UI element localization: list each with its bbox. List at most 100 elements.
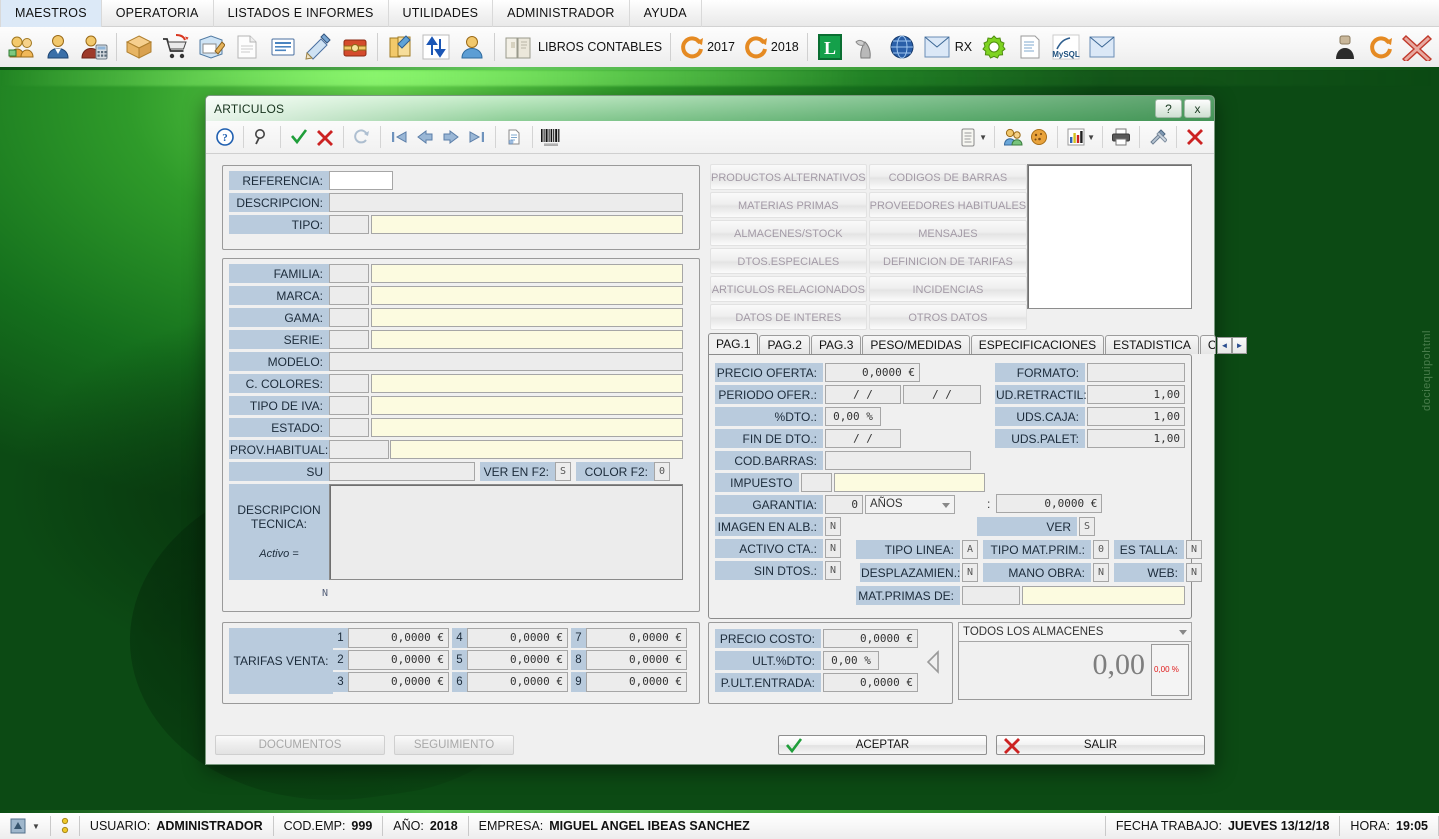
es-talla-input[interactable]: N [1186, 540, 1202, 559]
tarifa-input-5[interactable]: 0,0000 € [467, 650, 568, 670]
serie-code-input[interactable] [329, 330, 369, 349]
sin-dtos-input[interactable]: N [825, 561, 841, 580]
ejercicio-2017-button[interactable]: 2017 [675, 28, 739, 66]
prov-habitual-code-input[interactable] [329, 440, 389, 459]
tarifa-input-4[interactable]: 0,0000 € [467, 628, 568, 648]
tarifa-input-9[interactable]: 0,0000 € [586, 672, 687, 692]
salir-button[interactable]: SALIR [996, 735, 1205, 755]
p-ult-entrada-input[interactable]: 0,0000 € [823, 673, 918, 692]
button-proveedores-habituales[interactable]: PROVEEDORES HABITUALES [868, 192, 1028, 218]
ud-retractil-input[interactable]: 1,00 [1087, 385, 1185, 404]
libros-contables-button[interactable]: LIBROS CONTABLES [499, 28, 666, 66]
tipo-linea-input[interactable]: A [962, 540, 978, 559]
tipo-desc-input[interactable] [371, 215, 683, 234]
mat-primas-de-desc-input[interactable] [1022, 586, 1185, 605]
tarifa-input-1[interactable]: 0,0000 € [348, 628, 449, 648]
refresh-icon[interactable] [349, 124, 375, 150]
c-colores-code-input[interactable] [329, 374, 369, 393]
libro-l-icon[interactable]: L [812, 28, 848, 66]
button-articulos-relacionados[interactable]: ARTICULOS RELACIONADOS [710, 276, 867, 302]
button-otros-datos[interactable]: OTROS DATOS [868, 304, 1028, 330]
aceptar-button[interactable]: ACEPTAR [778, 735, 987, 755]
menu-operatoria[interactable]: OPERATORIA [102, 0, 214, 27]
last-record-icon[interactable] [464, 124, 490, 150]
tarifa-input-7[interactable]: 0,0000 € [586, 628, 687, 648]
impuesto-esp-desc-input[interactable] [833, 473, 985, 492]
estado-desc-input[interactable] [371, 418, 683, 437]
button-definicion-de-tarifas[interactable]: DEFINICION DE TARIFAS [868, 248, 1028, 274]
estado-code-input[interactable] [329, 418, 369, 437]
correo-icon[interactable] [1084, 28, 1120, 66]
pedidos-icon[interactable] [193, 28, 229, 66]
notes-icon[interactable] [955, 124, 981, 150]
mat-primas-de-code-input[interactable] [962, 586, 1020, 605]
tab-peso-medidas[interactable]: PESO/MEDIDAS [862, 335, 970, 354]
expand-left-arrow-icon[interactable] [920, 629, 946, 695]
chevron-down-icon[interactable]: ▼ [32, 822, 40, 831]
ver-catalogo-input[interactable]: S [1079, 517, 1095, 536]
informe-icon[interactable] [1012, 28, 1048, 66]
cod-barras-input[interactable] [825, 451, 971, 470]
chart-dropdown-caret[interactable]: ▼ [1087, 133, 1095, 142]
button-codigos-de-barras[interactable]: CODIGOS DE BARRAS [868, 164, 1028, 190]
impuesto-esp-code-input[interactable] [800, 473, 832, 492]
tipo-mat-prim-input[interactable]: 0 [1093, 540, 1109, 559]
prev-record-icon[interactable] [412, 124, 438, 150]
tipo-de-iva-code-input[interactable] [329, 396, 369, 415]
button-mensajes[interactable]: MENSAJES [868, 220, 1028, 246]
cancel-x-icon[interactable] [312, 124, 338, 150]
facturas-icon[interactable] [265, 28, 301, 66]
periodo-ofer-to-input[interactable]: / / [903, 385, 981, 404]
help-icon[interactable]: ? [212, 124, 238, 150]
tab-pag-2[interactable]: PAG.2 [759, 335, 810, 354]
mano-obra-input[interactable]: N [1093, 563, 1109, 582]
gama-code-input[interactable] [329, 308, 369, 327]
status-app-menu[interactable]: ▼ [0, 816, 51, 836]
tab-especificaciones[interactable]: ESPECIFICACIONES [970, 335, 1105, 354]
proveedores-icon[interactable] [40, 28, 76, 66]
periodo-ofer-from-input[interactable]: / / [825, 385, 901, 404]
tab-scroll-right-button[interactable]: ► [1231, 337, 1247, 354]
globo-internet-icon[interactable] [884, 28, 920, 66]
users-icon[interactable] [1000, 124, 1026, 150]
barcode-icon[interactable]: 0000000 [538, 124, 564, 150]
mysql-icon[interactable]: MySQL [1048, 28, 1084, 66]
serie-desc-input[interactable] [371, 330, 683, 349]
activo-cta-input[interactable]: N [825, 539, 841, 558]
precio-oferta-input[interactable]: 0,0000 € [825, 363, 920, 382]
desplazamien-input[interactable]: N [962, 563, 978, 582]
next-record-icon[interactable] [438, 124, 464, 150]
tarifa-input-6[interactable]: 0,0000 € [467, 672, 568, 692]
print-preview-icon[interactable] [501, 124, 527, 150]
albaranes-icon[interactable] [229, 28, 265, 66]
dto-input[interactable]: 0,00 % [825, 407, 881, 426]
menu-utilidades[interactable]: UTILIDADES [389, 0, 494, 27]
impuesto-esp-amount-input[interactable]: 0,0000 € [996, 494, 1103, 513]
button-dtos-especiales[interactable]: DTOS.ESPECIALES [710, 248, 867, 274]
menu-administrador[interactable]: ADMINISTRADOR [493, 0, 630, 27]
tarifa-input-3[interactable]: 0,0000 € [348, 672, 449, 692]
ejercicio-2018-button[interactable]: 2018 [739, 28, 803, 66]
imagen-en-alb-input[interactable]: N [825, 517, 841, 536]
agenda-icon[interactable] [382, 28, 418, 66]
caja-icon[interactable] [337, 28, 373, 66]
su-referencia-input[interactable] [329, 462, 475, 481]
contabilidad-icon[interactable] [76, 28, 112, 66]
image-preview-box[interactable] [1027, 164, 1192, 309]
menu-ayuda[interactable]: AYUDA [630, 0, 702, 27]
fin-de-dto-input[interactable]: / / [825, 429, 901, 448]
traspasos-icon[interactable] [418, 28, 454, 66]
accept-check-icon[interactable] [286, 124, 312, 150]
ver-en-f2-input[interactable]: S [555, 462, 571, 481]
documentos-button[interactable]: DOCUMENTOS [215, 735, 385, 755]
usuario-icon[interactable] [454, 28, 490, 66]
prov-habitual-desc-input[interactable] [390, 440, 683, 459]
engranaje-verde-icon[interactable] [976, 28, 1012, 66]
uds-caja-input[interactable]: 1,00 [1087, 407, 1185, 426]
tipo-de-iva-desc-input[interactable] [371, 396, 683, 415]
chart-icon[interactable] [1063, 124, 1089, 150]
almacen-select[interactable]: TODOS LOS ALMACENES [958, 622, 1192, 642]
tools-icon[interactable] [1145, 124, 1171, 150]
button-almacenes-stock[interactable]: ALMACENES/STOCK [710, 220, 867, 246]
button-materias-primas[interactable]: MATERIAS PRIMAS [710, 192, 867, 218]
